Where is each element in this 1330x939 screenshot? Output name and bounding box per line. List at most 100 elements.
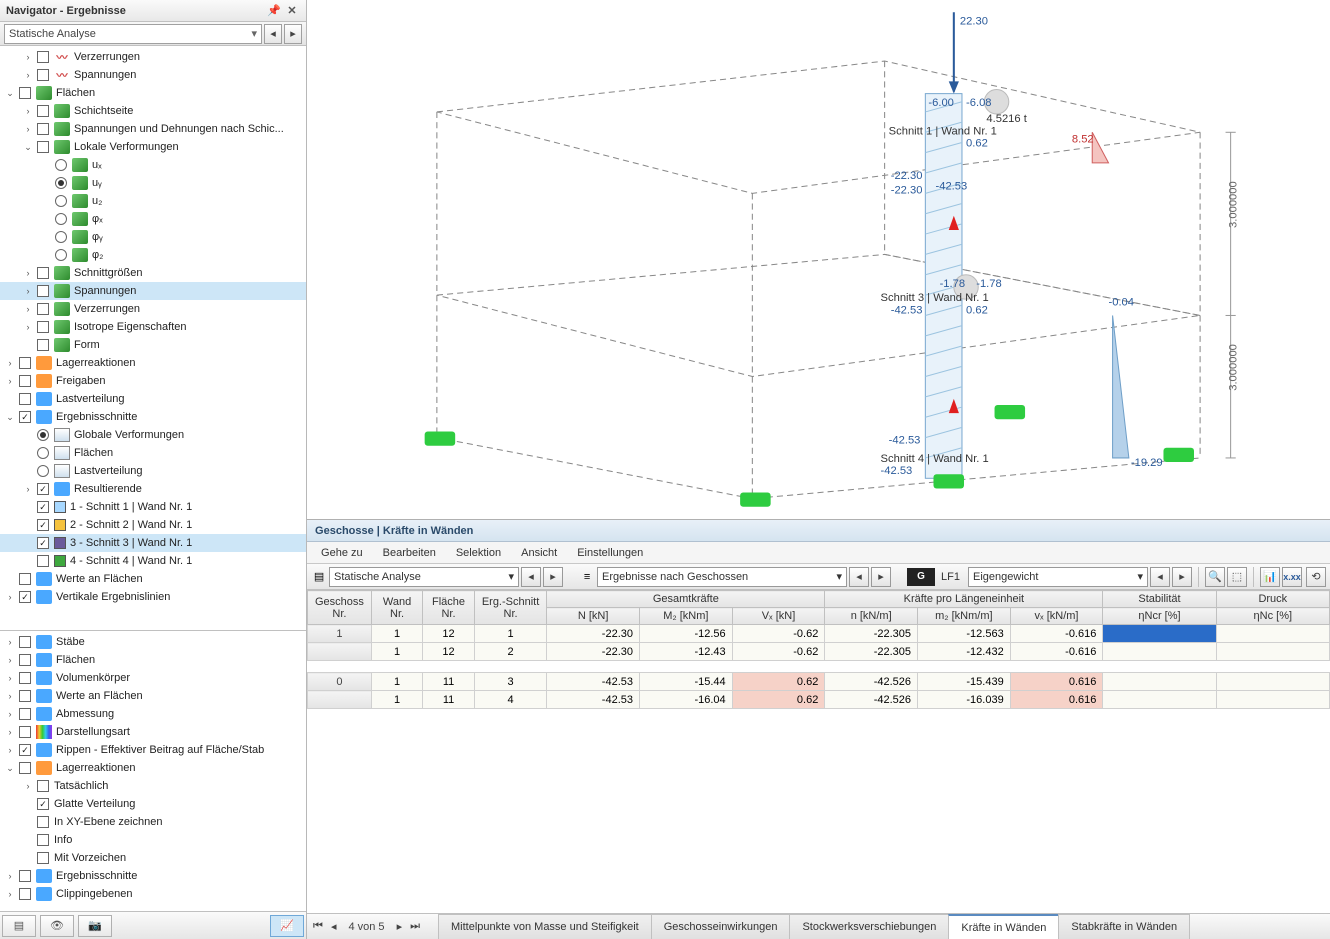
result-tab[interactable]: Mittelpunkte von Masse und Steifigkeit (438, 914, 652, 939)
expand-icon[interactable]: › (4, 637, 16, 647)
tree-item[interactable]: ⌄✓Ergebnisschnitte (0, 408, 306, 426)
checkbox[interactable] (37, 780, 49, 792)
checkbox[interactable] (19, 654, 31, 666)
tree-item[interactable]: ⌄Flächen (0, 84, 306, 102)
nav-btn-eye[interactable]: 👁 (40, 915, 74, 937)
display-tree[interactable]: ›Stäbe›Flächen›Volumenkörper›Werte an Fl… (0, 631, 306, 911)
tree-item[interactable]: ✓3 - Schnitt 3 | Wand Nr. 1 (0, 534, 306, 552)
result-tab[interactable]: Kräfte in Wänden (948, 914, 1059, 939)
prev-button[interactable]: ◂ (264, 24, 282, 44)
tree-item[interactable]: Werte an Flächen (0, 570, 306, 588)
checkbox[interactable] (37, 555, 49, 567)
tree-item[interactable]: ›Isotrope Eigenschaften (0, 318, 306, 336)
checkbox[interactable] (37, 267, 49, 279)
checkbox[interactable] (19, 672, 31, 684)
expand-icon[interactable]: › (4, 745, 16, 755)
tree-item[interactable]: ›Schnittgrößen (0, 264, 306, 282)
tree-item[interactable]: φₓ (0, 210, 306, 228)
tree-item[interactable]: uₓ (0, 156, 306, 174)
checkbox[interactable] (19, 726, 31, 738)
expand-icon[interactable]: › (4, 673, 16, 683)
tree-item[interactable]: Mit Vorzeichen (0, 849, 306, 867)
tree-item[interactable]: ✓2 - Schnitt 2 | Wand Nr. 1 (0, 516, 306, 534)
toolbar-lc-next[interactable]: ▸ (1172, 567, 1192, 587)
table-row[interactable]: 1122-22.30-12.43-0.62-22.305-12.432-0.61… (308, 643, 1330, 661)
tree-item[interactable]: ⌄Lagerreaktionen (0, 759, 306, 777)
expand-icon[interactable]: › (22, 781, 34, 791)
nav-btn-camera[interactable]: 📷 (78, 915, 112, 937)
toolbar-select-icon[interactable]: ⬚ (1227, 567, 1247, 587)
toolbar-prev[interactable]: ◂ (521, 567, 541, 587)
result-tab[interactable]: Geschosseinwirkungen (651, 914, 791, 939)
checkbox[interactable] (19, 375, 31, 387)
expand-icon[interactable]: › (4, 691, 16, 701)
toolbar-next[interactable]: ▸ (543, 567, 563, 587)
toolbar-combo-grouping[interactable]: Ergebnisse nach Geschossen▾ (597, 567, 847, 587)
expand-icon[interactable]: › (4, 592, 16, 602)
radio[interactable] (37, 465, 49, 477)
checkbox[interactable] (37, 834, 49, 846)
checkbox[interactable] (19, 636, 31, 648)
tree-item[interactable]: In XY-Ebene zeichnen (0, 813, 306, 831)
expand-icon[interactable]: › (4, 376, 16, 386)
checkbox[interactable]: ✓ (37, 501, 49, 513)
toolbar-sync-icon[interactable]: ⟲ (1306, 567, 1326, 587)
nav-btn-data[interactable]: ▤ (2, 915, 36, 937)
radio[interactable] (37, 447, 49, 459)
analysis-type-combo[interactable]: Statische Analyse ▾ (4, 24, 262, 44)
tree-item[interactable]: ›Darstellungsart (0, 723, 306, 741)
checkbox[interactable] (37, 105, 49, 117)
toolbar-next2[interactable]: ▸ (871, 567, 891, 587)
tree-item[interactable]: ›Spannungen (0, 282, 306, 300)
toolbar-filter-icon[interactable]: 🔍 (1205, 567, 1225, 587)
radio[interactable] (55, 177, 67, 189)
tree-item[interactable]: ›Schichtseite (0, 102, 306, 120)
tree-item[interactable]: ›Tatsächlich (0, 777, 306, 795)
checkbox[interactable] (37, 69, 49, 81)
nav-btn-results[interactable]: 📈 (270, 915, 304, 937)
radio[interactable] (55, 213, 67, 225)
checkbox[interactable] (19, 357, 31, 369)
tree-item[interactable]: ›〰Verzerrungen (0, 48, 306, 66)
expand-icon[interactable]: ⌄ (4, 88, 16, 99)
table-row[interactable]: 01113-42.53-15.440.62-42.526-15.4390.616 (308, 673, 1330, 691)
page-first-icon[interactable]: ⏮ (311, 920, 325, 933)
tree-item[interactable]: Info (0, 831, 306, 849)
checkbox[interactable] (19, 573, 31, 585)
checkbox[interactable] (37, 852, 49, 864)
expand-icon[interactable]: › (4, 889, 16, 899)
pin-icon[interactable]: 📌 (266, 3, 282, 19)
radio[interactable] (55, 231, 67, 243)
expand-icon[interactable]: › (4, 709, 16, 719)
results-grid[interactable]: Geschoss Nr. Wand Nr. Fläche Nr. Erg.-Sc… (307, 590, 1330, 913)
expand-icon[interactable]: › (22, 322, 34, 332)
expand-icon[interactable]: › (22, 52, 34, 62)
checkbox[interactable] (19, 888, 31, 900)
tree-item[interactable]: ✓Glatte Verteilung (0, 795, 306, 813)
tree-item[interactable]: Lastverteilung (0, 390, 306, 408)
expand-icon[interactable]: ⌄ (4, 412, 16, 423)
result-tab[interactable]: Stabkräfte in Wänden (1058, 914, 1190, 939)
page-last-icon[interactable]: ⏭ (408, 920, 422, 933)
checkbox[interactable] (19, 870, 31, 882)
tree-item[interactable]: ›Werte an Flächen (0, 687, 306, 705)
table-row[interactable]: 11121-22.30-12.56-0.62-22.305-12.563-0.6… (308, 625, 1330, 643)
tree-item[interactable]: ›✓Resultierende (0, 480, 306, 498)
expand-icon[interactable]: › (4, 655, 16, 665)
expand-icon[interactable]: › (4, 871, 16, 881)
checkbox[interactable] (37, 141, 49, 153)
tree-item[interactable]: ›Spannungen und Dehnungen nach Schic... (0, 120, 306, 138)
tree-item[interactable]: 4 - Schnitt 4 | Wand Nr. 1 (0, 552, 306, 570)
menu-item[interactable]: Einstellungen (567, 547, 653, 559)
expand-icon[interactable]: › (22, 106, 34, 116)
tree-item[interactable]: u₂ (0, 192, 306, 210)
tree-item[interactable]: ›✓Rippen - Effektiver Beitrag auf Fläche… (0, 741, 306, 759)
tree-item[interactable]: ›Verzerrungen (0, 300, 306, 318)
menu-item[interactable]: Ansicht (511, 547, 567, 559)
toolbar-chart-icon[interactable]: 📊 (1260, 567, 1280, 587)
tree-item[interactable]: ›✓Vertikale Ergebnislinien (0, 588, 306, 606)
checkbox[interactable] (19, 690, 31, 702)
checkbox[interactable] (37, 321, 49, 333)
3d-viewport[interactable]: 22.30 -6.00 -6.08 4.5216 t 8.52 Schnitt … (307, 0, 1330, 519)
result-tab[interactable]: Stockwerksverschiebungen (789, 914, 949, 939)
